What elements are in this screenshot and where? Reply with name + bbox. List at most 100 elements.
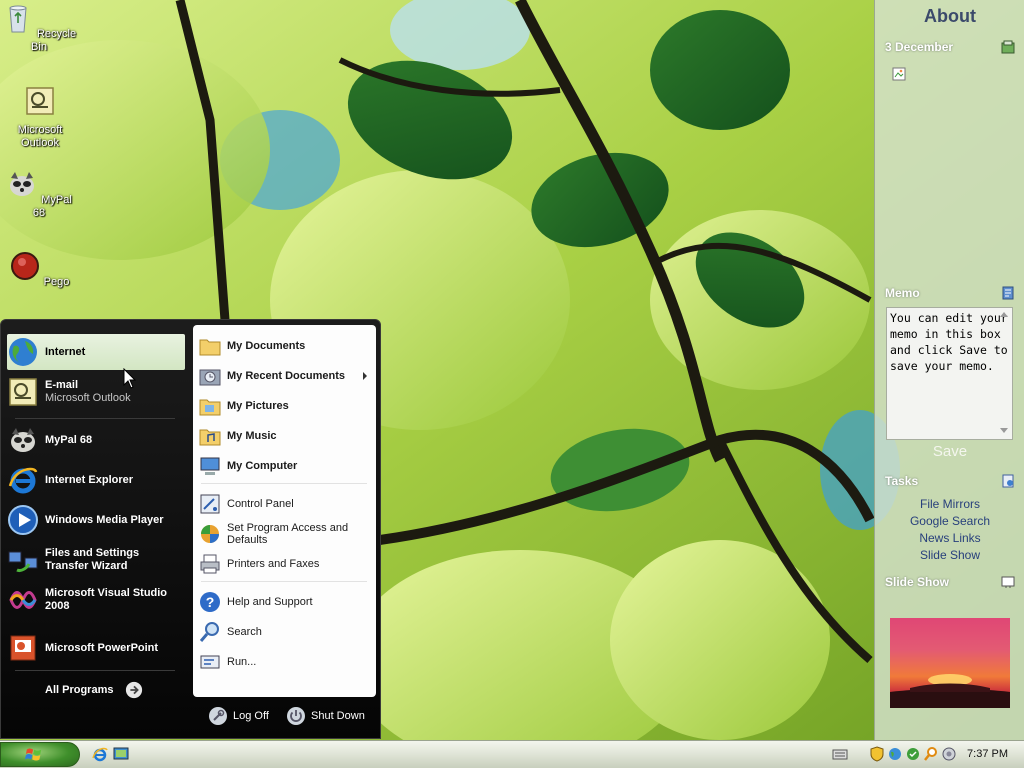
start-item-title: E-mail (45, 379, 79, 391)
start-item-internet-explorer[interactable]: Internet Explorer (7, 462, 185, 498)
start-item-visual-studio[interactable]: Microsoft Visual Studio 2008 (7, 582, 185, 618)
desktop-icon-label: Microsoft Outlook (17, 124, 63, 149)
tasks-heading: Tasks (885, 474, 919, 488)
desktop-icon-mypal[interactable]: MyPal 68 (1, 168, 77, 220)
power-icon (287, 707, 305, 725)
start-item-title: Microsoft PowerPoint (45, 641, 159, 654)
start-item-powerpoint[interactable]: Microsoft PowerPoint (7, 630, 185, 666)
desktop-icon-microsoft-outlook[interactable]: Microsoft Outlook (2, 85, 78, 150)
search-tray-icon[interactable] (923, 746, 939, 762)
tasks-icon[interactable] (1001, 474, 1015, 488)
network-icon[interactable] (887, 746, 903, 762)
log-off-label: Log Off (233, 710, 269, 722)
transfer-wizard-icon (8, 551, 38, 572)
key-icon (209, 707, 227, 725)
calendar-settings-icon[interactable] (1001, 40, 1015, 54)
powerpoint-icon (10, 635, 36, 661)
memo-save-button[interactable]: Save (915, 443, 985, 460)
start-menu-programs: Internet E-mail Microsoft Outlook MyPal … (1, 330, 189, 702)
start-item-title: Internet (45, 345, 86, 358)
memo-icon[interactable] (1001, 286, 1015, 300)
desktop-icon-label: MyPal 68 (32, 194, 72, 219)
start-place-my-computer[interactable]: My Computer (199, 453, 371, 479)
desktop-icon-recycle-bin[interactable]: Recycle Bin (1, 2, 77, 54)
start-item-mypal[interactable]: MyPal 68 (7, 422, 185, 458)
slideshow-icon[interactable] (1001, 575, 1015, 589)
quicklaunch-desktop-icon[interactable] (113, 746, 129, 762)
start-place-run[interactable]: Run... (199, 649, 371, 675)
start-item-title: MyPal 68 (45, 433, 93, 446)
folder-icon (199, 339, 221, 356)
scroll-up-icon[interactable] (1000, 312, 1008, 317)
start-place-program-access[interactable]: Set Program Access and Defaults (199, 521, 371, 547)
start-place-label: Printers and Faxes (227, 558, 320, 570)
start-place-control-panel[interactable]: Control Panel (199, 491, 371, 517)
start-menu: Internet E-mail Microsoft Outlook MyPal … (0, 319, 381, 739)
start-place-search[interactable]: Search (199, 619, 371, 645)
start-place-label: My Documents (227, 340, 306, 352)
update-icon[interactable] (905, 746, 921, 762)
quicklaunch-ie-icon[interactable] (92, 746, 108, 762)
start-place-label: My Pictures (227, 400, 289, 412)
taskbar: 7:37 PM (0, 740, 1024, 768)
start-button[interactable] (0, 742, 80, 767)
start-place-my-pictures[interactable]: My Pictures (199, 393, 371, 419)
start-place-label: Control Panel (227, 498, 294, 510)
start-item-internet[interactable]: Internet (7, 334, 185, 370)
folder-music-icon (199, 429, 221, 446)
task-link-file-mirrors[interactable]: File Mirrors (875, 497, 1024, 511)
start-place-help[interactable]: ? Help and Support (199, 589, 371, 615)
start-item-transfer-wizard[interactable]: Files and Settings Transfer Wizard (7, 542, 185, 578)
volume-icon[interactable] (941, 746, 957, 762)
start-place-my-music[interactable]: My Music (199, 423, 371, 449)
globe-icon (9, 338, 37, 366)
svg-text:?: ? (206, 594, 215, 610)
shut-down-button[interactable]: Shut Down (286, 706, 365, 726)
sidebar: About 3 December Memo You can edit your … (874, 0, 1024, 740)
memo-textarea[interactable]: You can edit your memo in this box and c… (886, 307, 1013, 440)
desktop-icon-label: Recycle Bin (31, 28, 77, 53)
task-link-news-links[interactable]: News Links (875, 531, 1024, 545)
start-place-my-documents[interactable]: My Documents (199, 333, 371, 359)
ie-icon (8, 467, 38, 494)
taskbar-clock[interactable]: 7:37 PM (967, 748, 1008, 760)
run-icon (200, 655, 220, 669)
start-place-label: My Recent Documents (227, 370, 345, 382)
slideshow-image[interactable] (890, 618, 1010, 708)
start-item-title: Internet Explorer (45, 473, 134, 486)
scroll-down-icon[interactable] (1000, 428, 1008, 433)
calendar-date: 3 December (885, 40, 954, 54)
start-item-media-player[interactable]: Windows Media Player (7, 502, 185, 538)
task-link-slide-show[interactable]: Slide Show (875, 548, 1024, 562)
program-access-icon (201, 525, 219, 543)
start-menu-places: My Documents My Recent Documents My Pict… (193, 325, 376, 697)
sunset-picture (890, 674, 1010, 708)
tasks-gadget-header: Tasks (875, 469, 1024, 493)
memo-gadget-header: Memo (875, 281, 1024, 305)
security-shield-icon[interactable] (869, 746, 885, 762)
recent-docs-icon (199, 369, 221, 386)
visual-studio-icon (9, 591, 37, 609)
outlook-icon (26, 87, 54, 115)
search-icon (199, 622, 219, 642)
arrow-right-icon (126, 681, 143, 699)
task-link-google-search[interactable]: Google Search (875, 514, 1024, 528)
calendar-gadget-header: 3 December (875, 35, 1024, 59)
memo-scrollbar[interactable] (997, 309, 1011, 438)
keyboard-icon[interactable] (832, 746, 848, 762)
memo-heading: Memo (885, 286, 920, 300)
start-place-recent-documents[interactable]: My Recent Documents (199, 363, 371, 389)
all-programs-label: All Programs (45, 683, 114, 696)
all-programs-button[interactable]: All Programs (45, 672, 155, 708)
start-place-label: Run... (227, 656, 257, 668)
menu-separator (201, 483, 367, 484)
start-place-label: My Computer (227, 460, 298, 472)
desktop-icon-pego[interactable]: Pego (1, 250, 77, 289)
desktop-icon-label: Pego (43, 276, 70, 288)
log-off-button[interactable]: Log Off (208, 706, 269, 726)
start-item-email[interactable]: E-mail Microsoft Outlook (7, 374, 185, 410)
windows-logo-icon (25, 748, 42, 761)
start-place-printers[interactable]: Printers and Faxes (199, 551, 371, 577)
start-place-label: My Music (227, 430, 277, 442)
shut-down-label: Shut Down (311, 710, 365, 722)
